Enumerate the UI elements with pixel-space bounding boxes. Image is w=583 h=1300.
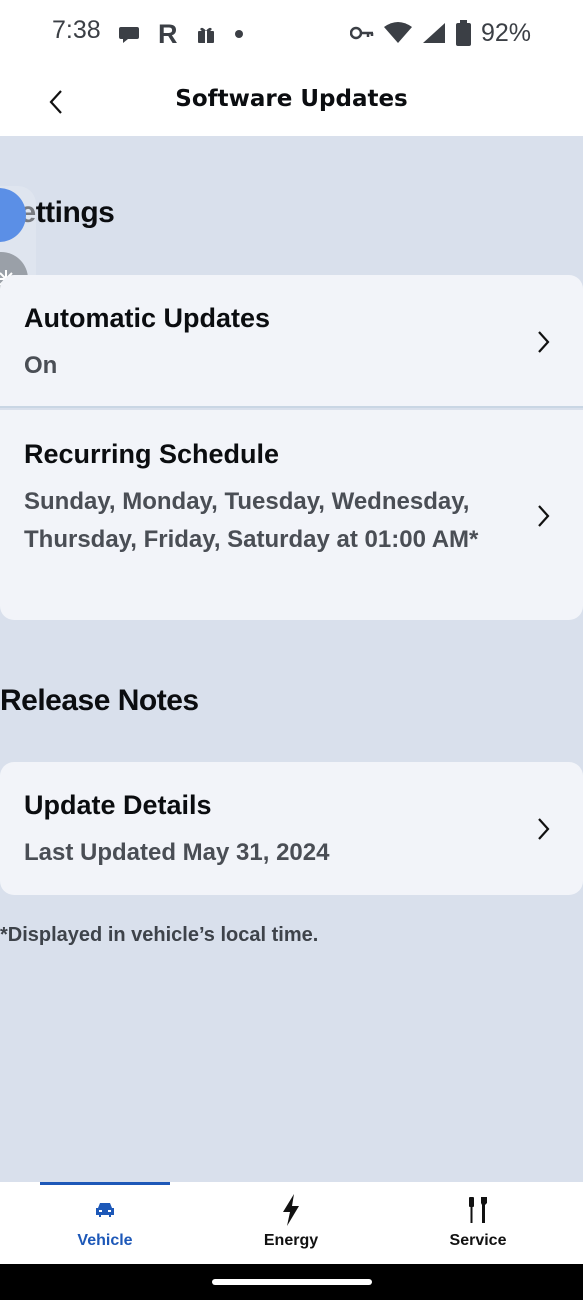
recurring-schedule-title: Recurring Schedule — [24, 439, 280, 469]
nav-service[interactable]: Service — [381, 1182, 575, 1264]
local-time-footnote: *Displayed in vehicle’s local time. — [0, 924, 319, 946]
nav-energy[interactable]: Energy — [194, 1182, 388, 1264]
cell-signal-icon — [422, 23, 445, 43]
car-icon — [96, 1203, 114, 1217]
bottom-nav: Vehicle Energy Service — [0, 1182, 583, 1264]
wifi-icon — [383, 22, 412, 43]
recurring-schedule-row[interactable]: Recurring Schedule Sunday, Monday, Tuesd… — [0, 410, 583, 620]
automatic-updates-value: On — [24, 352, 58, 379]
automatic-updates-row[interactable]: Automatic Updates On — [0, 275, 583, 408]
nav-vehicle-label: Vehicle — [77, 1232, 133, 1249]
update-details-row[interactable]: Update Details Last Updated May 31, 2024 — [0, 762, 583, 895]
home-gesture-handle[interactable] — [212, 1279, 372, 1285]
lightning-icon — [283, 1194, 299, 1226]
status-time: 7:38 — [52, 16, 101, 44]
dot-icon — [234, 30, 243, 38]
chevron-right-icon — [538, 818, 550, 840]
notification-icons: R — [118, 18, 244, 50]
r-app-icon: R — [158, 18, 178, 49]
nav-vehicle[interactable]: Vehicle — [8, 1182, 202, 1264]
system-icons: 92% — [349, 16, 531, 50]
update-details-date: Last Updated May 31, 2024 — [24, 839, 330, 866]
nav-energy-label: Energy — [263, 1232, 319, 1249]
status-bar: 7:38 R 92% — [0, 0, 583, 68]
release-notes-heading: Release Notes — [0, 684, 199, 717]
tools-icon — [469, 1197, 487, 1223]
system-gesture-bar — [0, 1264, 583, 1300]
app-header: Software Updates — [0, 68, 583, 136]
nav-service-label: Service — [449, 1232, 507, 1249]
chevron-right-icon — [538, 331, 550, 353]
battery-percent: 92% — [480, 18, 531, 47]
chevron-right-icon — [538, 505, 550, 527]
page-title: Software Updates — [175, 86, 408, 112]
update-details-title: Update Details — [24, 790, 212, 820]
automatic-updates-title: Automatic Updates — [24, 303, 271, 333]
battery-icon — [455, 20, 471, 46]
gift-icon — [197, 27, 214, 43]
chat-bubble-icon — [119, 27, 139, 43]
key-icon — [349, 26, 374, 40]
recurring-schedule-value: Sunday, Monday, Tuesday, Wednesday, Thur… — [24, 488, 479, 553]
